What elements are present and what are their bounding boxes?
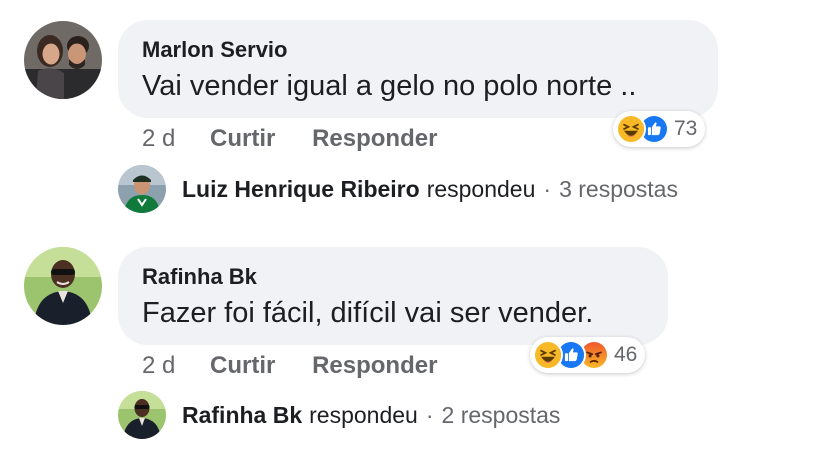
comment-bubble: Rafinha Bk Fazer foi fácil, difícil vai … [118, 247, 668, 345]
comment-actions: 2 d Curtir Responder [142, 352, 467, 380]
reply-verb: respondeu [309, 401, 418, 428]
separator: · [543, 175, 552, 202]
reaction-count: 46 [614, 343, 638, 366]
comment-actions: 2 d Curtir Responder [142, 125, 467, 153]
like-button[interactable]: Curtir [210, 125, 275, 152]
avatar[interactable] [24, 21, 102, 99]
reply-verb: respondeu [426, 175, 536, 202]
reactions-summary[interactable]: 46 [530, 337, 646, 373]
avatar [118, 165, 166, 213]
like-button[interactable]: Curtir [210, 352, 275, 379]
replies-link[interactable]: Luiz Henrique Ribeiro respondeu · 3 resp… [118, 165, 818, 213]
separator: · [425, 401, 434, 428]
reply-count[interactable]: 2 respostas [442, 402, 561, 429]
comment-timestamp[interactable]: 2 d [142, 125, 175, 152]
comment-text: Fazer foi fácil, difícil vai ser vender. [142, 297, 594, 329]
reply-author[interactable]: Luiz Henrique Ribeiro [182, 176, 420, 203]
avatar[interactable] [24, 247, 102, 325]
comment-bubble: Marlon Servio Vai vender igual a gelo no… [118, 20, 718, 118]
haha-icon [616, 114, 646, 144]
comment-author[interactable]: Marlon Servio [142, 36, 694, 64]
reply-button[interactable]: Responder [312, 352, 437, 379]
avatar [118, 391, 166, 439]
comment-text: Vai vender igual a gelo no polo norte .. [142, 70, 637, 102]
reply-count[interactable]: 3 respostas [559, 176, 678, 203]
reaction-count: 73 [674, 117, 698, 140]
replies-link[interactable]: Rafinha Bk respondeu · 2 respostas [118, 391, 818, 439]
reply-button[interactable]: Responder [312, 125, 437, 152]
reactions-summary[interactable]: 73 [613, 111, 706, 147]
comment-timestamp[interactable]: 2 d [142, 352, 175, 379]
comment-author[interactable]: Rafinha Bk [142, 263, 644, 291]
reply-author[interactable]: Rafinha Bk [182, 402, 302, 429]
haha-icon [533, 340, 563, 370]
